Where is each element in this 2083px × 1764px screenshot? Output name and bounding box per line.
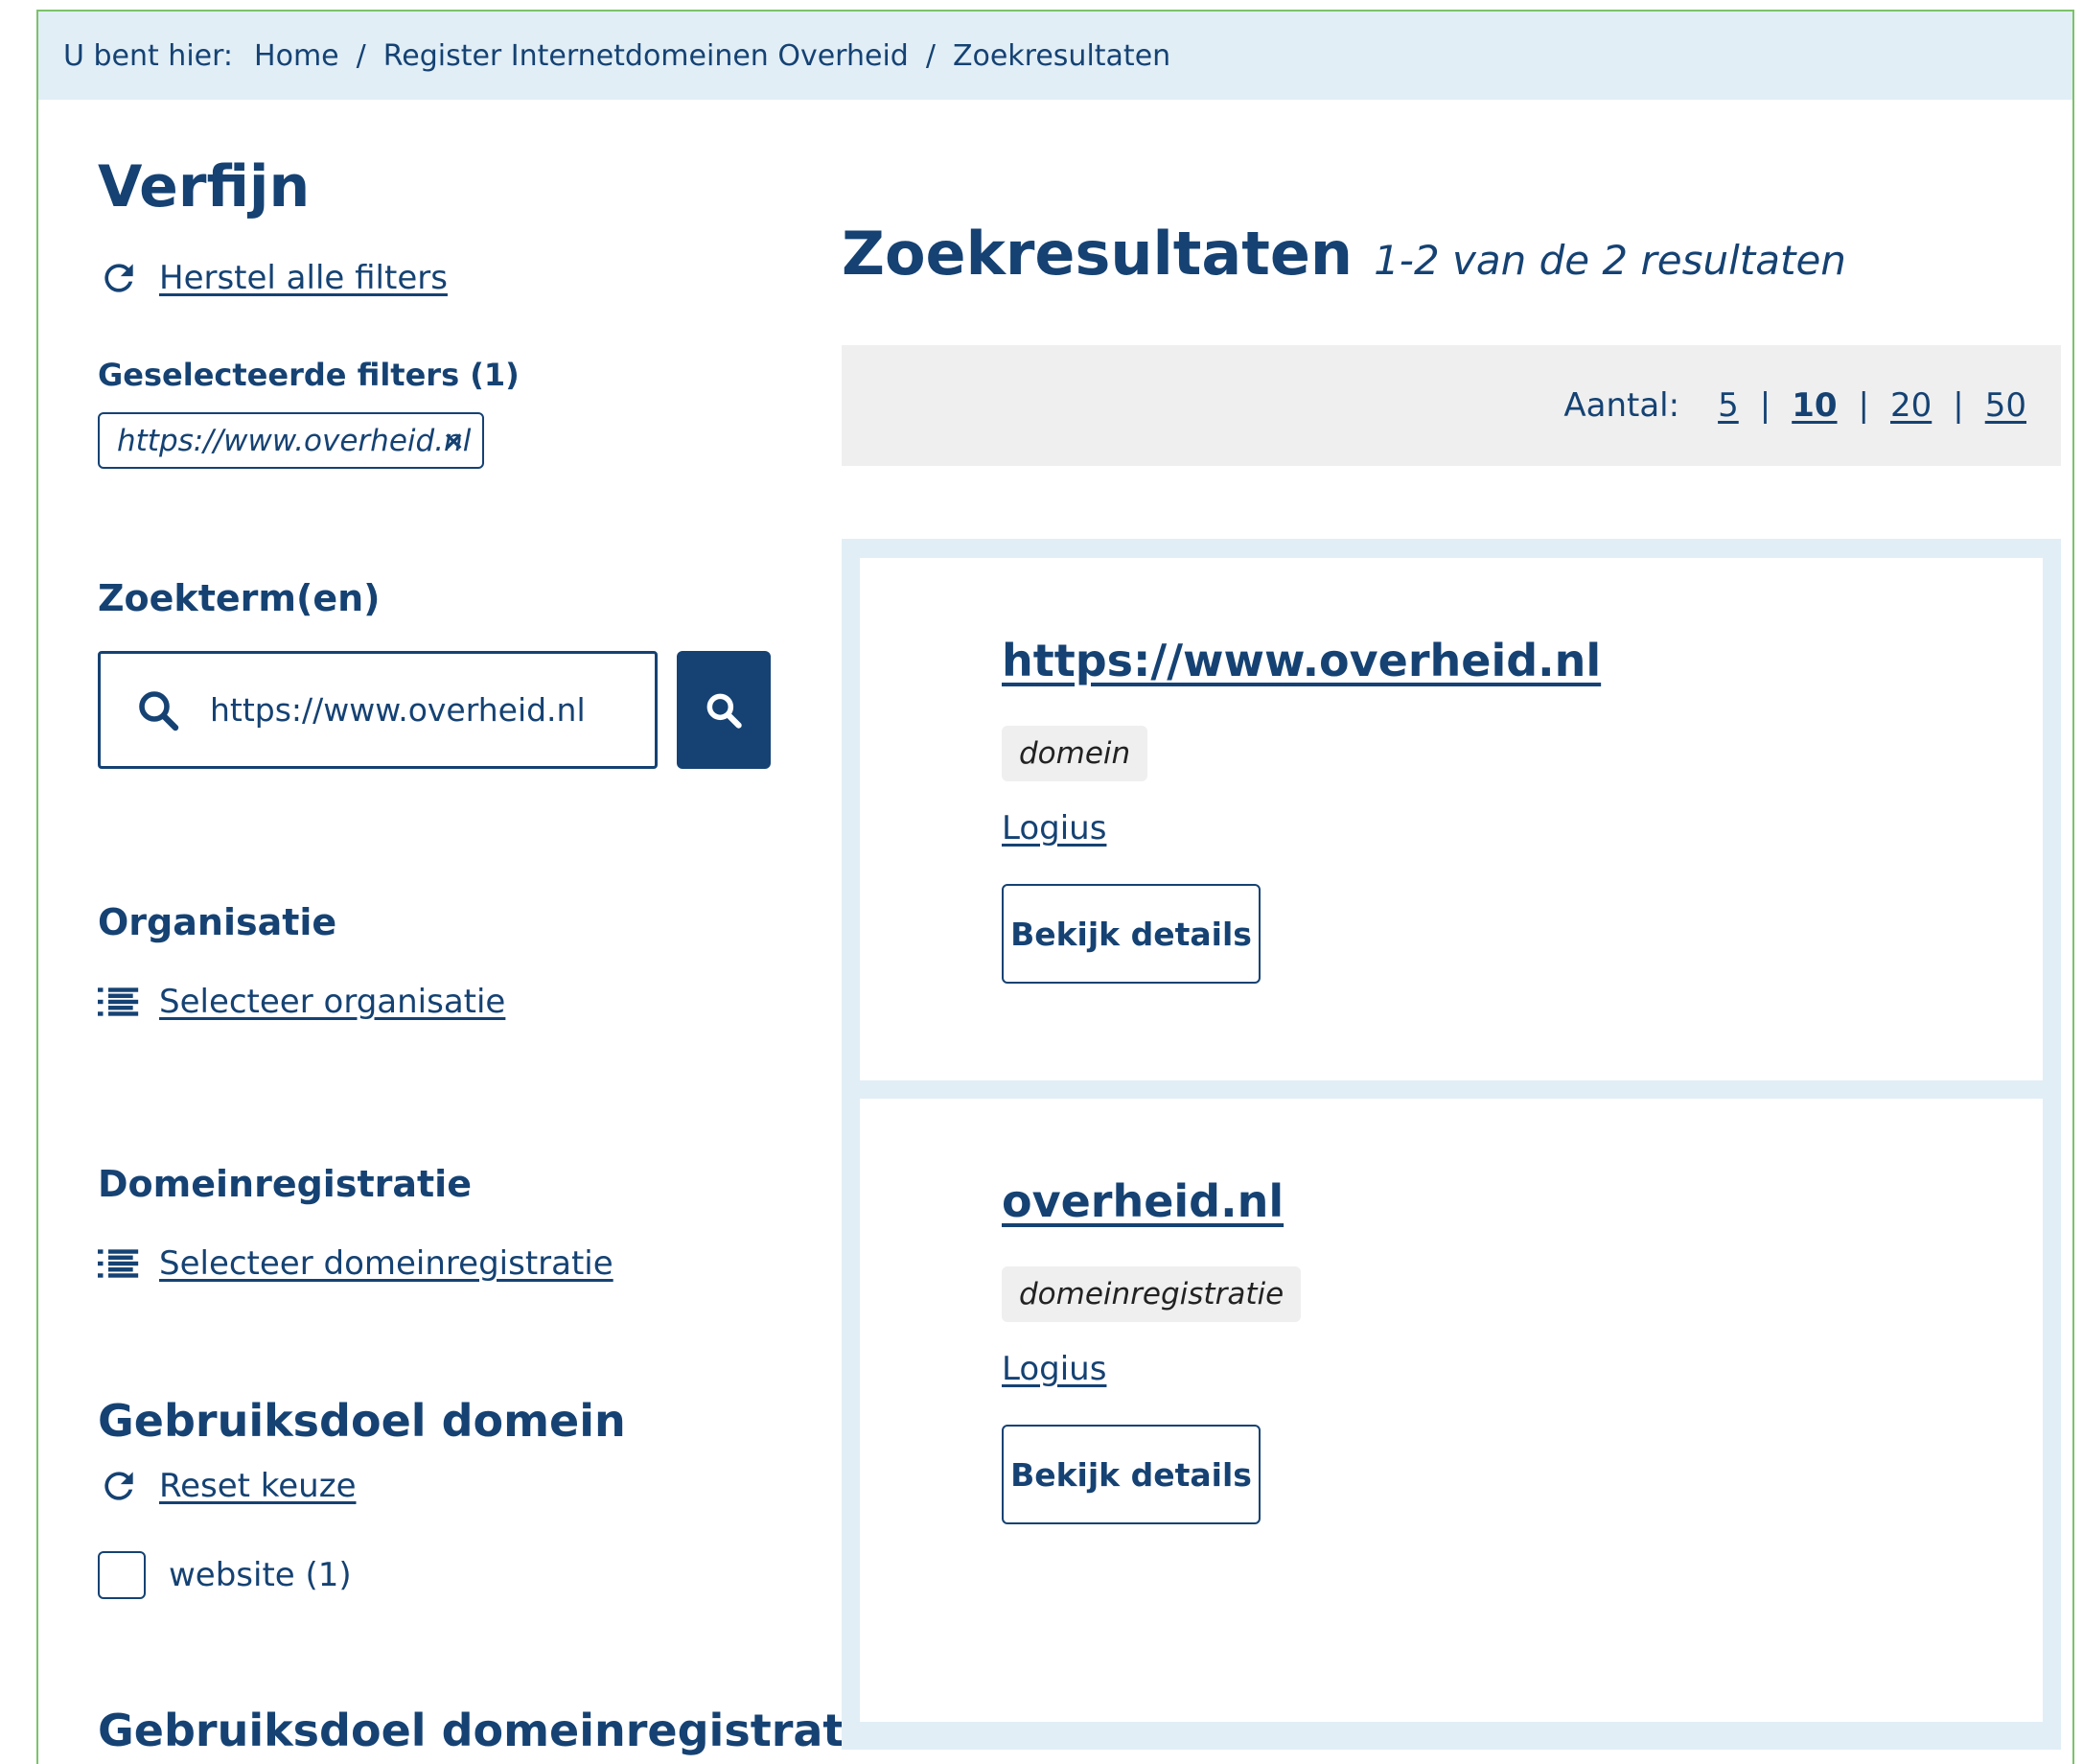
- breadcrumb-home[interactable]: Home: [254, 39, 339, 73]
- search-icon: [706, 693, 742, 729]
- select-domeinregistratie-link[interactable]: Selecteer domeinregistratie: [98, 1244, 613, 1283]
- results-list: https://www.overheid.nl domein Logius Be…: [842, 539, 2061, 1750]
- refresh-icon: [104, 1472, 133, 1500]
- result-organisation-link[interactable]: Logius: [1002, 809, 1106, 847]
- refresh-icon: [104, 264, 133, 292]
- results-count: 1-2 van de 2 resultaten: [1374, 237, 1846, 284]
- view-details-button[interactable]: Bekijk details: [1002, 1425, 1261, 1524]
- select-domeinregistratie-label: Selecteer domeinregistratie: [159, 1244, 613, 1283]
- website-checkbox[interactable]: [98, 1551, 146, 1599]
- close-icon[interactable]: ×: [443, 425, 465, 456]
- website-option[interactable]: website (1): [98, 1551, 352, 1599]
- list-icon: [98, 987, 139, 1016]
- page-title: Zoekresultaten: [842, 219, 1354, 289]
- results-heading: Zoekresultaten 1-2 van de 2 resultaten: [842, 219, 1846, 289]
- search-input[interactable]: [208, 690, 634, 730]
- selected-filter-chip[interactable]: https://www.overheid.nl ×: [98, 412, 484, 469]
- result-organisation-link[interactable]: Logius: [1002, 1350, 1106, 1388]
- page-size-separator: |: [1953, 386, 1964, 425]
- page-size-label: Aantal:: [1563, 386, 1680, 425]
- result-title-link[interactable]: https://www.overheid.nl: [1002, 635, 1601, 686]
- search-button[interactable]: [677, 651, 771, 769]
- select-organisatie-label: Selecteer organisatie: [159, 983, 506, 1021]
- organisatie-title: Organisatie: [98, 901, 337, 943]
- breadcrumb-separator: /: [356, 38, 366, 73]
- page-size-20[interactable]: 20: [1890, 386, 1932, 425]
- breadcrumb-register[interactable]: Register Internetdomeinen Overheid: [383, 39, 909, 73]
- selected-filters-title: Geselecteerde filters (1): [98, 357, 520, 393]
- page-size-separator: |: [1759, 386, 1771, 425]
- page-size-separator: |: [1858, 386, 1869, 425]
- result-card: https://www.overheid.nl domein Logius Be…: [860, 558, 2043, 1080]
- reset-all-filters-label: Herstel alle filters: [159, 259, 448, 297]
- website-checkbox-label: website (1): [169, 1556, 352, 1594]
- gebruiksdoel-domeinregistratie-title: Gebruiksdoel domeinregistratie: [98, 1705, 890, 1756]
- list-icon: [98, 1249, 139, 1278]
- result-type-badge: domeinregistratie: [1002, 1266, 1302, 1322]
- sidebar-title: Verfijn: [98, 153, 311, 220]
- breadcrumb-current: Zoekresultaten: [952, 38, 1171, 73]
- reset-all-filters-link[interactable]: Herstel alle filters: [98, 257, 448, 299]
- breadcrumb: U bent hier: Home / Register Internetdom…: [38, 12, 2072, 100]
- view-details-button[interactable]: Bekijk details: [1002, 884, 1261, 984]
- page-size-5[interactable]: 5: [1718, 386, 1739, 425]
- result-type-badge: domein: [1002, 726, 1148, 781]
- result-title-link[interactable]: overheid.nl: [1002, 1175, 1284, 1227]
- search-field: [98, 651, 658, 769]
- page-size-10[interactable]: 10: [1792, 386, 1837, 425]
- reset-keuze-label: Reset keuze: [159, 1467, 357, 1505]
- reset-keuze-link[interactable]: Reset keuze: [98, 1465, 357, 1507]
- search-title: Zoekterm(en): [98, 577, 381, 619]
- breadcrumb-separator: /: [925, 38, 936, 73]
- select-organisatie-link[interactable]: Selecteer organisatie: [98, 983, 505, 1021]
- page-size-bar: Aantal: 5 | 10 | 20 | 50: [842, 345, 2061, 466]
- selected-filter-label: https://www.overheid.nl: [117, 423, 472, 458]
- search-icon: [139, 690, 179, 731]
- result-card: overheid.nl domeinregistratie Logius Bek…: [860, 1099, 2043, 1722]
- breadcrumb-lead: U bent hier:: [63, 38, 234, 73]
- domeinregistratie-title: Domeinregistratie: [98, 1163, 472, 1205]
- gebruiksdoel-domein-title: Gebruiksdoel domein: [98, 1395, 626, 1447]
- page-size-50[interactable]: 50: [1985, 386, 2026, 425]
